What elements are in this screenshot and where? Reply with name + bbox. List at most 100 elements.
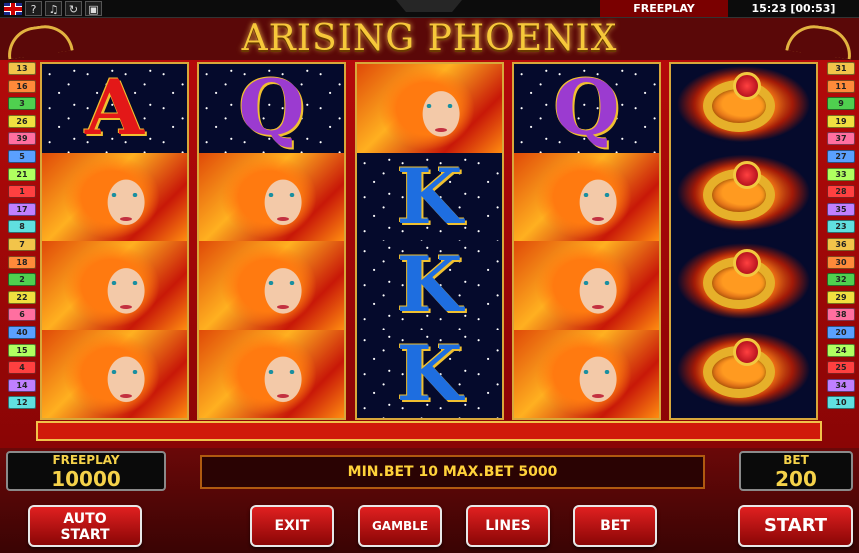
payline-badge-left: 6 — [8, 308, 36, 322]
payline-badge-right: 29 — [827, 290, 855, 304]
payline-badge-left: 40 — [8, 326, 36, 339]
letter-symbol-q: Q — [199, 64, 344, 153]
phoenix-lips — [120, 216, 132, 221]
payline-badge-left: 12 — [8, 396, 36, 410]
payline-badge-left: 39 — [8, 132, 36, 146]
phoenix-symbol — [42, 329, 187, 418]
payline-badge-left: 7 — [8, 238, 36, 251]
letter-symbol-q: Q — [514, 64, 659, 153]
freeplay-label: FREEPLAY — [52, 453, 120, 467]
exit-button[interactable]: EXIT — [250, 505, 334, 547]
fullscreen-icon[interactable]: ▣ — [85, 1, 102, 16]
paylines-left: 13 16 3 26 39 5 21 1 17 8 7 18 2 22 6 40 15 4 14 12 — [4, 62, 38, 418]
bet-label: BET — [783, 453, 809, 467]
reel-1: A — [40, 62, 189, 420]
ring-symbol — [671, 241, 816, 330]
payline-badge-left: 16 — [8, 79, 36, 93]
phoenix-symbol — [199, 241, 344, 330]
reels-area: A Q KKK Q — [40, 62, 818, 420]
bet-value: 200 — [775, 467, 817, 491]
phoenix-eyes — [582, 192, 612, 197]
letter-symbol-a: A — [42, 64, 187, 153]
letter-symbol-k: K — [357, 152, 502, 241]
phoenix-eyes — [425, 104, 455, 108]
menu-pull-tab[interactable] — [396, 0, 462, 12]
phoenix-eyes — [267, 192, 297, 197]
payline-badge-left: 26 — [8, 114, 36, 128]
payline-badge-left: 18 — [8, 255, 36, 269]
lines-button[interactable]: LINES — [466, 505, 550, 547]
phoenix-lips — [120, 393, 132, 398]
letter-k-glyph: K — [396, 241, 463, 329]
payline-badge-left: 21 — [8, 167, 36, 181]
payline-badge-right: 20 — [827, 326, 855, 339]
phoenix-eyes — [110, 369, 140, 374]
clock: 15:23 [00:53] — [751, 2, 836, 15]
payline-badge-right: 25 — [827, 361, 855, 375]
phoenix-symbol — [199, 152, 344, 241]
payline-badge-right: 38 — [827, 308, 855, 322]
phoenix-lips — [120, 305, 132, 309]
ruby-icon — [733, 72, 761, 100]
phoenix-symbol — [357, 64, 502, 153]
phoenix-lips — [592, 216, 604, 221]
payline-badge-left: 15 — [8, 343, 36, 357]
payline-badge-right: 37 — [827, 132, 855, 146]
payline-badge-left: 8 — [8, 220, 36, 234]
bet-limits-ticker: MIN.BET 10 MAX.BET 5000 — [200, 455, 705, 489]
phoenix-symbol — [199, 329, 344, 418]
payline-badge-right: 28 — [827, 185, 855, 199]
payline-badge-right: 9 — [827, 97, 855, 111]
payline-badge-right: 30 — [827, 255, 855, 269]
payline-badge-left: 5 — [8, 150, 36, 163]
freeplay-box: FREEPLAY 10000 — [6, 451, 166, 491]
auto-start-button[interactable]: AUTO START — [28, 505, 142, 547]
letter-k-glyph: K — [396, 152, 463, 241]
payline-badge-right: 33 — [827, 167, 855, 181]
letter-symbol-k: K — [357, 241, 502, 330]
ruby-icon — [733, 337, 761, 366]
phoenix-eyes — [110, 192, 140, 197]
phoenix-lips — [592, 393, 604, 398]
payline-badge-right: 23 — [827, 220, 855, 234]
letter-q-glyph: Q — [553, 64, 620, 152]
sound-icon[interactable]: ♫ — [45, 1, 62, 16]
payline-badge-right: 24 — [827, 343, 855, 357]
phoenix-lips — [592, 305, 604, 309]
game-title: ARISING PHOENIX — [241, 18, 618, 59]
freeplay-value: 10000 — [51, 467, 121, 491]
bet-button[interactable]: BET — [573, 505, 657, 547]
paylines-right: 31 11 9 19 37 27 33 28 35 23 36 30 32 29 38 20 24 25 34 10 — [823, 62, 857, 418]
payline-badge-right: 35 — [827, 202, 855, 216]
ring-symbol — [671, 64, 816, 153]
phoenix-symbol — [42, 152, 187, 241]
gamble-button[interactable]: GAMBLE — [358, 505, 442, 547]
payline-badge-left: 3 — [8, 97, 36, 111]
phoenix-symbol — [514, 241, 659, 330]
ring-symbol — [671, 329, 816, 418]
reel-2: Q — [197, 62, 346, 420]
reload-icon[interactable]: ↻ — [65, 1, 82, 16]
payline-badge-left: 4 — [8, 361, 36, 375]
help-button[interactable]: ? — [25, 1, 42, 16]
phoenix-lips — [277, 393, 289, 398]
ruby-icon — [733, 249, 761, 277]
win-strip — [36, 421, 822, 441]
payline-badge-left: 22 — [8, 290, 36, 304]
ring-symbol — [671, 152, 816, 241]
reel-5 — [669, 62, 818, 420]
language-flag-icon[interactable] — [4, 2, 22, 15]
payline-badge-right: 36 — [827, 238, 855, 251]
payline-badge-right: 34 — [827, 378, 855, 392]
phoenix-symbol — [514, 329, 659, 418]
start-button[interactable]: START — [738, 505, 853, 547]
phoenix-symbol — [514, 152, 659, 241]
payline-badge-right: 32 — [827, 273, 855, 287]
phoenix-eyes — [110, 281, 140, 285]
payline-badge-right: 10 — [827, 396, 855, 410]
payline-badge-right: 19 — [827, 114, 855, 128]
phoenix-eyes — [267, 369, 297, 374]
letter-a-glyph: A — [85, 64, 144, 152]
phoenix-eyes — [582, 369, 612, 374]
letter-k-glyph: K — [396, 329, 463, 418]
